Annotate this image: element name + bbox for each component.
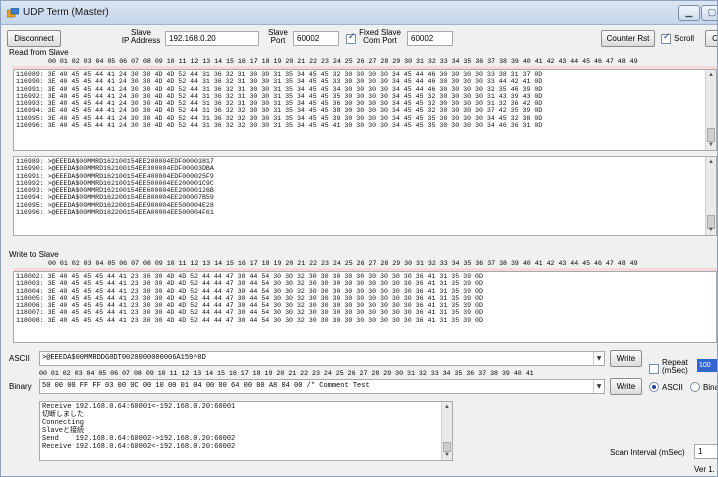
minimize-button[interactable]: ▁ (678, 5, 700, 21)
ascii-radio[interactable] (649, 382, 659, 392)
app-window: UDP Term (Master) ▁ ▢ Disconnect Slave I… (0, 0, 718, 477)
binary-radio[interactable] (690, 382, 700, 392)
binary-radio-label: Binar (703, 383, 717, 392)
disconnect-button[interactable]: Disconnect (7, 30, 61, 47)
ascii-send-label: ASCII (9, 354, 30, 363)
fixed-slave-label-line2: Com Port (363, 36, 397, 45)
app-icon (7, 8, 19, 18)
scroll-up-icon[interactable]: ▲ (706, 70, 716, 80)
read-hex-text: 116989: 3E 40 45 45 44 41 24 30 30 4D 4D… (16, 71, 543, 130)
cut-button[interactable]: C (705, 30, 717, 47)
repeat-label: Repeat (mSec) (662, 359, 688, 375)
binary-write-button[interactable]: Write (610, 378, 642, 395)
write-hex-text: 118002: 3E 40 45 45 45 44 41 23 30 30 4D… (16, 273, 483, 324)
log-pane[interactable]: Receive 192.168.0.64:60001<-192.168.0.20… (39, 401, 453, 461)
binary-send-label: Binary (9, 382, 32, 391)
ascii-radio-label: ASCII (662, 383, 683, 392)
version-label: Ver 1. (694, 465, 715, 474)
scroll-up-icon[interactable]: ▲ (706, 157, 716, 167)
binary-send-combobox[interactable]: 50 00 00 FF FF 03 00 0C 00 10 00 01 04 0… (39, 379, 605, 394)
window-title: UDP Term (Master) (23, 7, 109, 18)
send-hex-header: 00 01 02 03 04 05 06 07 08 09 10 11 12 1… (39, 370, 534, 377)
read-ascii-pane[interactable]: 116989: >@EEEDA$00MMRD162100154EE200004E… (13, 156, 717, 236)
slave-ip-label: Slave IP Address (119, 29, 163, 45)
log-text: Receive 192.168.0.64:60001<-192.168.0.20… (42, 403, 236, 451)
repeat-interval-input[interactable]: 100 (697, 359, 717, 372)
dropdown-arrow-icon[interactable]: ▼ (593, 380, 604, 393)
write-hex-pane[interactable]: 118002: 3E 40 45 45 45 44 41 23 30 30 4D… (13, 271, 717, 343)
read-hex-scrollbar[interactable]: ▲ ▼ (705, 70, 716, 150)
log-scrollbar[interactable]: ▲ ▼ (441, 402, 452, 460)
ascii-send-value: >@EEEDA$00MMRDDG0DT0020000000006A159^0D (42, 354, 206, 362)
slave-ip-label-line2: IP Address (121, 36, 161, 45)
read-ascii-scrollbar[interactable]: ▲ ▼ (705, 157, 716, 235)
binary-send-value: 50 00 00 FF FF 03 00 0C 00 10 00 01 04 0… (42, 382, 370, 390)
slave-ip-input[interactable]: 192.168.0.20 (165, 31, 259, 46)
maximize-button[interactable]: ▢ (701, 5, 717, 21)
fixed-slave-label: Fixed Slave Com Port (359, 29, 401, 45)
scroll-down-icon[interactable]: ▼ (706, 140, 716, 150)
read-hex-header: 00 01 02 03 04 05 06 07 08 09 10 11 12 1… (48, 58, 638, 65)
dropdown-arrow-icon[interactable]: ▼ (593, 352, 604, 365)
scroll-down-icon[interactable]: ▼ (706, 225, 716, 235)
read-hex-pane[interactable]: 116989: 3E 40 45 45 44 41 24 30 30 4D 4D… (13, 69, 717, 151)
scroll-up-icon[interactable]: ▲ (442, 402, 452, 412)
fixed-slave-checkbox[interactable] (346, 32, 356, 44)
scroll-label: Scroll (674, 34, 695, 43)
slave-port-label-line2: Port (270, 36, 286, 45)
repeat-label-line2: (mSec) (662, 366, 688, 375)
fixed-slave-port-input[interactable]: 60002 (407, 31, 453, 46)
maximize-icon: ▢ (707, 7, 717, 17)
repeat-checkbox[interactable] (649, 364, 659, 374)
scroll-down-icon[interactable]: ▼ (442, 450, 452, 460)
read-ascii-text: 116989: >@EEEDA$00MMRD162100154EE200004E… (16, 158, 214, 217)
slave-port-label: Slave Port (265, 29, 291, 45)
counter-reset-button[interactable]: Counter Rst (601, 30, 655, 47)
ascii-write-button[interactable]: Write (610, 350, 642, 367)
write-hex-header: 00 01 02 03 04 05 06 07 08 09 10 11 12 1… (48, 260, 638, 267)
write-group-label: Write to Slave (9, 250, 59, 259)
slave-port-input[interactable]: 60002 (293, 31, 339, 46)
ascii-send-combobox[interactable]: >@EEEDA$00MMRDDG0DT0020000000006A159^0D … (39, 351, 605, 366)
scan-interval-input[interactable]: 1 (694, 444, 717, 459)
title-bar[interactable]: UDP Term (Master) ▁ ▢ (1, 1, 717, 25)
scroll-checkbox[interactable] (661, 32, 671, 44)
read-group-label: Read from Slave (9, 48, 69, 57)
scan-interval-label: Scan Interval (mSec) (610, 448, 685, 457)
minimize-icon: ▁ (685, 7, 693, 17)
